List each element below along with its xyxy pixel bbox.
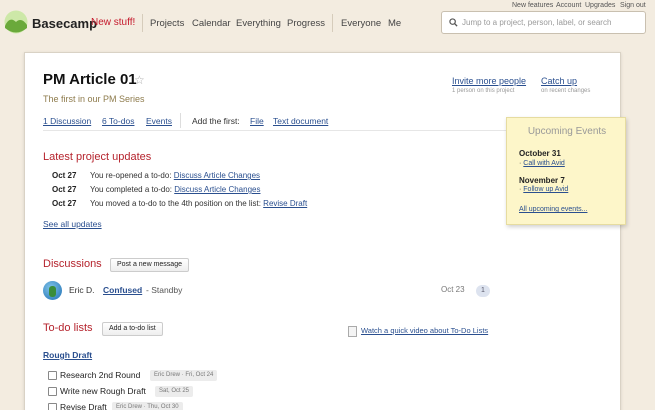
tab-divider: [180, 113, 181, 128]
update-date: Oct 27: [52, 185, 77, 194]
avatar: [43, 281, 62, 300]
todo-lists-heading: To-do lists: [43, 322, 93, 334]
basecamp-logo-icon: [4, 10, 28, 34]
todo-item-meta: Eric Drew · Fri, Oct 24: [150, 370, 218, 381]
top-link-upgrades[interactable]: Upgrades: [585, 2, 615, 9]
todo-checkbox[interactable]: [48, 371, 57, 380]
search-icon: [449, 18, 458, 27]
todo-item-text[interactable]: Research 2nd Round: [60, 370, 140, 380]
todo-list-title[interactable]: Rough Draft: [43, 350, 92, 360]
update-link[interactable]: Discuss Article Changes: [174, 171, 260, 180]
nav-everything[interactable]: Everything: [236, 18, 281, 29]
update-text: You re-opened a to-do: Discuss Article C…: [90, 171, 261, 180]
comment-count-badge[interactable]: 1: [476, 285, 490, 297]
event-link[interactable]: Follow up Avid: [523, 186, 568, 193]
todo-item-meta: Eric Drew · Thu, Oct 30: [112, 402, 183, 410]
project-card: [24, 52, 621, 410]
event-item: · Follow up Avid: [519, 186, 569, 193]
add-file-link[interactable]: File: [250, 116, 264, 126]
todo-item-meta: Sat, Oct 25: [155, 386, 194, 397]
see-all-updates-link[interactable]: See all updates: [43, 219, 102, 229]
update-text: You completed a to-do: Discuss Article C…: [90, 185, 261, 194]
search-input[interactable]: [462, 16, 642, 29]
add-first-label: Add the first:: [192, 116, 240, 126]
nav-divider: [332, 14, 333, 32]
add-todo-list-button[interactable]: Add a to-do list: [102, 322, 163, 336]
discussion-title-link[interactable]: Confused: [103, 285, 142, 295]
discussion-author: Eric D.: [69, 285, 95, 295]
tab-underline: [43, 130, 507, 131]
update-text: You moved a to-do to the 4th position on…: [90, 199, 308, 208]
add-text-document-link[interactable]: Text document: [273, 116, 328, 126]
event-link[interactable]: Call with Avid: [523, 160, 565, 167]
catch-up-subtext: on recent changes: [541, 88, 591, 94]
nav-me[interactable]: Me: [388, 18, 401, 29]
search-box[interactable]: [441, 11, 646, 34]
discussion-excerpt: - Standby: [146, 285, 183, 295]
watch-video-link[interactable]: Watch a quick video about To-Do Lists: [361, 326, 488, 335]
new-stuff-link[interactable]: New stuff!: [91, 17, 135, 28]
video-icon: [348, 326, 357, 337]
todo-checkbox[interactable]: [48, 387, 57, 396]
top-link-new-features[interactable]: New features: [512, 2, 553, 9]
nav-calendar[interactable]: Calendar: [192, 18, 231, 29]
update-link[interactable]: Discuss Article Changes: [174, 185, 260, 194]
event-date: October 31: [519, 149, 561, 158]
update-date: Oct 27: [52, 199, 77, 208]
todo-item-text[interactable]: Revise Draft: [60, 402, 107, 410]
todo-checkbox[interactable]: [48, 403, 57, 410]
nav-divider: [142, 14, 143, 32]
post-message-button[interactable]: Post a new message: [110, 258, 189, 272]
events-title: Upcoming Events: [527, 126, 607, 137]
upcoming-events-panel: Upcoming Events October 31 · Call with A…: [506, 117, 626, 225]
invite-subtext: 1 person on this project: [452, 88, 515, 94]
invite-people-link[interactable]: Invite more people: [452, 76, 526, 86]
top-link-account[interactable]: Account: [556, 2, 581, 9]
event-item: · Call with Avid: [519, 160, 565, 167]
discussion-date: Oct 23: [441, 285, 465, 294]
update-link[interactable]: Revise Draft: [263, 199, 307, 208]
all-upcoming-events-link[interactable]: All upcoming events...: [519, 206, 587, 213]
project-subtitle: The first in our PM Series: [43, 94, 145, 104]
star-icon[interactable]: ☆: [134, 73, 145, 87]
nav-everyone[interactable]: Everyone: [341, 18, 381, 29]
event-date: November 7: [519, 176, 565, 185]
update-date: Oct 27: [52, 171, 77, 180]
brand-name[interactable]: Basecamp: [32, 16, 97, 31]
catch-up-link[interactable]: Catch up: [541, 76, 577, 86]
tab-events[interactable]: Events: [146, 116, 172, 126]
nav-projects[interactable]: Projects: [150, 18, 184, 29]
top-link-sign-out[interactable]: Sign out: [620, 2, 646, 9]
tab-todos[interactable]: 6 To-dos: [102, 116, 134, 126]
tab-discussions[interactable]: 1 Discussion: [43, 116, 91, 126]
nav-progress[interactable]: Progress: [287, 18, 325, 29]
updates-heading: Latest project updates: [43, 151, 152, 163]
project-title: PM Article 01: [43, 71, 137, 88]
todo-item-text[interactable]: Write new Rough Draft: [60, 386, 146, 396]
discussions-heading: Discussions: [43, 258, 102, 270]
